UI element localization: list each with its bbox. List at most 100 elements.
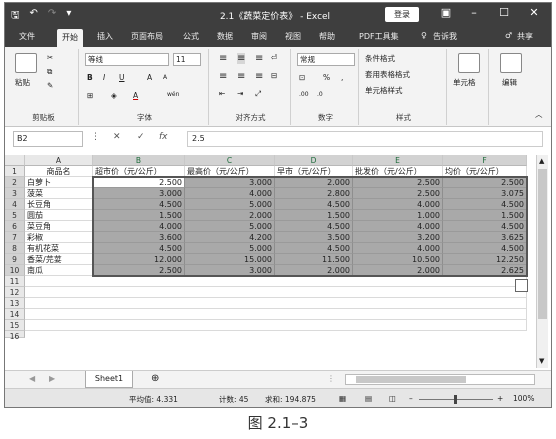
cell-B3[interactable]: 3.000 <box>93 188 185 199</box>
editing-button[interactable]: 编辑 <box>502 77 517 88</box>
cell-F8[interactable]: 4.500 <box>443 243 527 254</box>
cell-C8[interactable]: 5.000 <box>185 243 275 254</box>
name-box[interactable]: B2 <box>13 131 83 147</box>
column-header[interactable]: C <box>185 155 275 166</box>
cell-E4[interactable]: 4.000 <box>353 199 443 210</box>
share-icon[interactable]: ♂ <box>505 31 512 40</box>
empty-row[interactable] <box>25 276 527 287</box>
zoom-in-icon[interactable]: + <box>497 394 503 403</box>
row-header[interactable]: 5 <box>5 210 25 221</box>
cell-E2[interactable]: 2.500 <box>353 177 443 188</box>
h-scroll-thumb[interactable] <box>356 376 466 383</box>
tab-help[interactable]: 帮助 <box>319 31 335 42</box>
comma-style-icon[interactable]: , <box>341 73 343 82</box>
minimize-icon[interactable]: – <box>465 6 483 19</box>
cell-B6[interactable]: 4.000 <box>93 221 185 232</box>
cell-F9[interactable]: 12.250 <box>443 254 527 265</box>
row-header[interactable]: 8 <box>5 243 25 254</box>
empty-row[interactable] <box>25 298 527 309</box>
cell-F3[interactable]: 3.075 <box>443 188 527 199</box>
column-header[interactable]: A <box>25 155 93 166</box>
maximize-icon[interactable]: ☐ <box>495 6 513 19</box>
share-button[interactable]: 共享 <box>517 31 533 42</box>
cell-F2[interactable]: 2.500 <box>443 177 527 188</box>
cell-C10[interactable]: 3.000 <box>185 265 275 276</box>
insert-function-button[interactable]: fx <box>159 132 168 142</box>
top-align-icon[interactable]: ≡ <box>219 53 227 64</box>
collapse-ribbon-icon[interactable]: ︿ <box>535 109 543 120</box>
bottom-align-icon[interactable]: ≡ <box>255 53 263 64</box>
zoom-out-icon[interactable]: – <box>409 394 413 403</box>
column-header[interactable]: F <box>443 155 527 166</box>
cell-A10[interactable]: 南瓜 <box>25 265 93 276</box>
indent-increase-icon[interactable]: ⇥ <box>237 89 243 98</box>
redo-icon[interactable]: ↷ <box>48 8 56 25</box>
cell-E7[interactable]: 3.200 <box>353 232 443 243</box>
italic-button[interactable]: I <box>103 73 105 82</box>
cell-C7[interactable]: 4.200 <box>185 232 275 243</box>
borders-icon[interactable]: ⊞ <box>87 91 93 100</box>
middle-align-icon[interactable]: ≡ <box>237 53 246 64</box>
row-header[interactable]: 1 <box>5 166 25 177</box>
scroll-thumb[interactable] <box>538 169 547 319</box>
row-header[interactable]: 4 <box>5 199 25 210</box>
decrease-decimal-icon[interactable]: .0 <box>317 91 323 98</box>
cell-E3[interactable]: 2.500 <box>353 188 443 199</box>
row-header[interactable]: 6 <box>5 221 25 232</box>
tab-pdf-tools[interactable]: PDF工具集 <box>359 31 399 42</box>
cell-A9[interactable]: 香菜/芫荽 <box>25 254 93 265</box>
cell-B1[interactable]: 超市价（元/公斤） <box>93 166 185 177</box>
row-header[interactable]: 15 <box>5 320 25 331</box>
horizontal-scrollbar[interactable] <box>345 374 535 385</box>
cell-B5[interactable]: 1.500 <box>93 210 185 221</box>
shrink-font-button[interactable]: A <box>163 74 167 81</box>
cell-F1[interactable]: 均价（元/公斤） <box>443 166 527 177</box>
cell-B7[interactable]: 3.600 <box>93 232 185 243</box>
accounting-format-icon[interactable]: ⊡ <box>299 73 305 82</box>
merge-center-icon[interactable]: ⊟ <box>271 71 277 80</box>
enter-icon[interactable]: ✓ <box>137 132 145 142</box>
tab-page-layout[interactable]: 页面布局 <box>131 31 163 42</box>
cells-icon[interactable] <box>458 53 480 73</box>
row-header[interactable]: 9 <box>5 254 25 265</box>
cell-E9[interactable]: 10.500 <box>353 254 443 265</box>
cell-B4[interactable]: 4.500 <box>93 199 185 210</box>
login-button[interactable]: 登录 <box>385 7 419 22</box>
orientation-icon[interactable]: ⤢ <box>255 89 261 99</box>
cell-C5[interactable]: 2.000 <box>185 210 275 221</box>
sheet-tab-sheet1[interactable]: Sheet1 <box>85 371 133 388</box>
format-painter-icon[interactable]: ✎ <box>47 81 53 90</box>
page-break-view-icon[interactable]: ◫ <box>389 394 396 403</box>
save-icon[interactable]: 🖫 <box>11 8 20 25</box>
cell-C2[interactable]: 3.000 <box>185 177 275 188</box>
cell-F5[interactable]: 1.500 <box>443 210 527 221</box>
row-header[interactable]: 2 <box>5 177 25 188</box>
row-header[interactable]: 7 <box>5 232 25 243</box>
cell-D4[interactable]: 4.500 <box>275 199 353 210</box>
paste-label[interactable]: 粘贴 <box>15 77 30 88</box>
add-sheet-button[interactable]: ⊕ <box>151 373 159 384</box>
row-header[interactable]: 3 <box>5 188 25 199</box>
scroll-up-icon[interactable]: ▲ <box>539 157 544 165</box>
tab-split-icon[interactable]: ⋮ <box>327 374 335 383</box>
row-header[interactable]: 16 <box>5 331 25 341</box>
zoom-slider[interactable] <box>419 395 493 404</box>
font-color-button[interactable]: A <box>133 91 138 100</box>
left-align-icon[interactable]: ≡ <box>219 71 227 82</box>
font-name-select[interactable]: 等线 <box>85 53 169 66</box>
cells-button[interactable]: 单元格 <box>453 77 476 88</box>
number-format-select[interactable]: 常规 <box>297 53 355 66</box>
cell-F7[interactable]: 3.625 <box>443 232 527 243</box>
cell-F10[interactable]: 2.625 <box>443 265 527 276</box>
cell-C1[interactable]: 最高价（元/公斤） <box>185 166 275 177</box>
font-size-select[interactable]: 11 <box>173 53 201 66</box>
conditional-format-button[interactable]: 条件格式 <box>365 53 395 64</box>
copy-icon[interactable]: ⧉ <box>47 67 52 77</box>
cell-E5[interactable]: 1.000 <box>353 210 443 221</box>
tell-me-search[interactable]: 告诉我 <box>433 31 457 42</box>
format-as-table-button[interactable]: 套用表格格式 <box>365 69 410 80</box>
cell-F4[interactable]: 4.500 <box>443 199 527 210</box>
select-all-corner[interactable] <box>5 155 25 166</box>
cell-A3[interactable]: 菠菜 <box>25 188 93 199</box>
next-sheet-icon[interactable]: ▶ <box>49 374 55 383</box>
